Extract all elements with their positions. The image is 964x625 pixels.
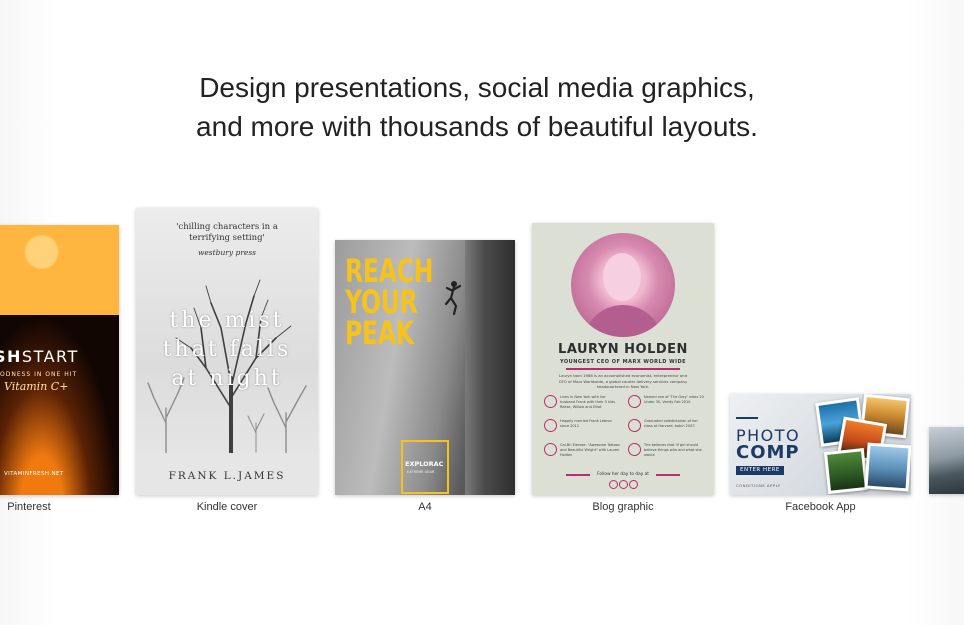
next-template-thumbnail[interactable] bbox=[929, 427, 964, 494]
climber-icon bbox=[444, 281, 462, 316]
graduation-cap-icon bbox=[628, 419, 641, 432]
blog-fact: Happily married Frank Lebron since 2011 bbox=[544, 419, 622, 439]
page-headline: Design presentations, social media graph… bbox=[0, 68, 954, 146]
a4-brand-sub: EXTREME GEAR bbox=[407, 470, 435, 474]
a4-thumbnail[interactable]: REACH YOUR PEAK EXPLORAC EXTREME GEAR bbox=[335, 240, 515, 495]
fb-accent-line bbox=[736, 417, 758, 419]
kindle-press: westbury press bbox=[197, 248, 257, 257]
headline-line-1: Design presentations, social media graph… bbox=[199, 72, 755, 103]
blog-fact: Graduated valedictorian of her class at … bbox=[628, 419, 706, 439]
blog-fact: Named one of 'The Grey' index 20 Under 3… bbox=[628, 395, 706, 415]
facebook-app-thumbnail[interactable]: PHOTO COMP ENTER HERE CONDITIONS APPLY bbox=[730, 394, 911, 495]
blog-role: YOUNGEST CEO OF MARX WORLD WIDE bbox=[559, 359, 687, 365]
caption-pinterest[interactable]: Pinterest bbox=[0, 501, 58, 513]
pinterest-url: VITAMINFRESH.NET bbox=[4, 471, 64, 477]
blog-graphic-thumbnail[interactable]: LAURYN HOLDEN YOUNGEST CEO OF MARX WORLD… bbox=[532, 223, 714, 495]
blog-bio: Lauryn born 1986 is an accomplished econ… bbox=[558, 373, 688, 389]
fb-photo bbox=[864, 442, 911, 492]
caption-kindle-cover[interactable]: Kindle cover bbox=[136, 501, 318, 513]
a4-rock-wall bbox=[465, 240, 515, 495]
pinterest-orange-image bbox=[0, 315, 119, 495]
follow-line-right bbox=[656, 474, 680, 476]
social-icon bbox=[629, 480, 638, 489]
speech-bubble-icon bbox=[628, 443, 641, 456]
blog-fact: Lives in New York with her husband Frank… bbox=[544, 395, 622, 415]
caption-blog-graphic[interactable]: Blog graphic bbox=[532, 501, 714, 513]
headline-line-2: and more with thousands of beautiful lay… bbox=[196, 111, 758, 142]
pinterest-tagline: Vitamin C+ bbox=[4, 380, 69, 393]
a4-brand-name: EXPLORAC bbox=[405, 460, 444, 468]
newspaper-icon bbox=[544, 443, 557, 456]
fb-enter-button: ENTER HERE bbox=[736, 466, 784, 475]
caption-a4[interactable]: A4 bbox=[335, 501, 515, 513]
a4-title: REACH YOUR PEAK bbox=[345, 252, 434, 352]
social-icon bbox=[619, 480, 628, 489]
caption-facebook-app[interactable]: Facebook App bbox=[730, 501, 911, 513]
fb-word-comp: COMP bbox=[736, 442, 800, 463]
kindle-title: the mist that falls at night bbox=[162, 308, 292, 391]
pinterest-subtitle: ODNESS IN ONE HIT bbox=[0, 371, 78, 378]
star-icon bbox=[628, 395, 641, 408]
blog-divider bbox=[566, 368, 680, 370]
blog-name: LAURYN HOLDEN bbox=[558, 342, 688, 357]
social-icon bbox=[609, 480, 618, 489]
kindle-cover-thumbnail[interactable]: 'chilling characters in a terrifying set… bbox=[136, 208, 318, 495]
location-icon bbox=[544, 395, 557, 408]
fb-conditions: CONDITIONS APPLY bbox=[736, 483, 781, 488]
blog-follow: Follow her day to day at bbox=[597, 472, 649, 477]
pinterest-brand: SHSTART bbox=[0, 347, 79, 366]
fb-photo bbox=[823, 448, 869, 494]
a4-brand-box: EXPLORAC EXTREME GEAR bbox=[401, 440, 449, 494]
kindle-author: FRANK L.JAMES bbox=[168, 470, 286, 482]
blog-fact: Cal-Bri Elerose: "Awesome Tattoos and Be… bbox=[544, 443, 622, 463]
blog-fact: The believes that 'If girl should believ… bbox=[628, 443, 706, 463]
kindle-quote: 'chilling characters in a terrifying set… bbox=[176, 222, 278, 243]
heart-icon bbox=[544, 419, 557, 432]
blog-portrait bbox=[571, 233, 675, 337]
pinterest-thumbnail[interactable]: SHSTART ODNESS IN ONE HIT Vitamin C+ VIT… bbox=[0, 225, 119, 495]
